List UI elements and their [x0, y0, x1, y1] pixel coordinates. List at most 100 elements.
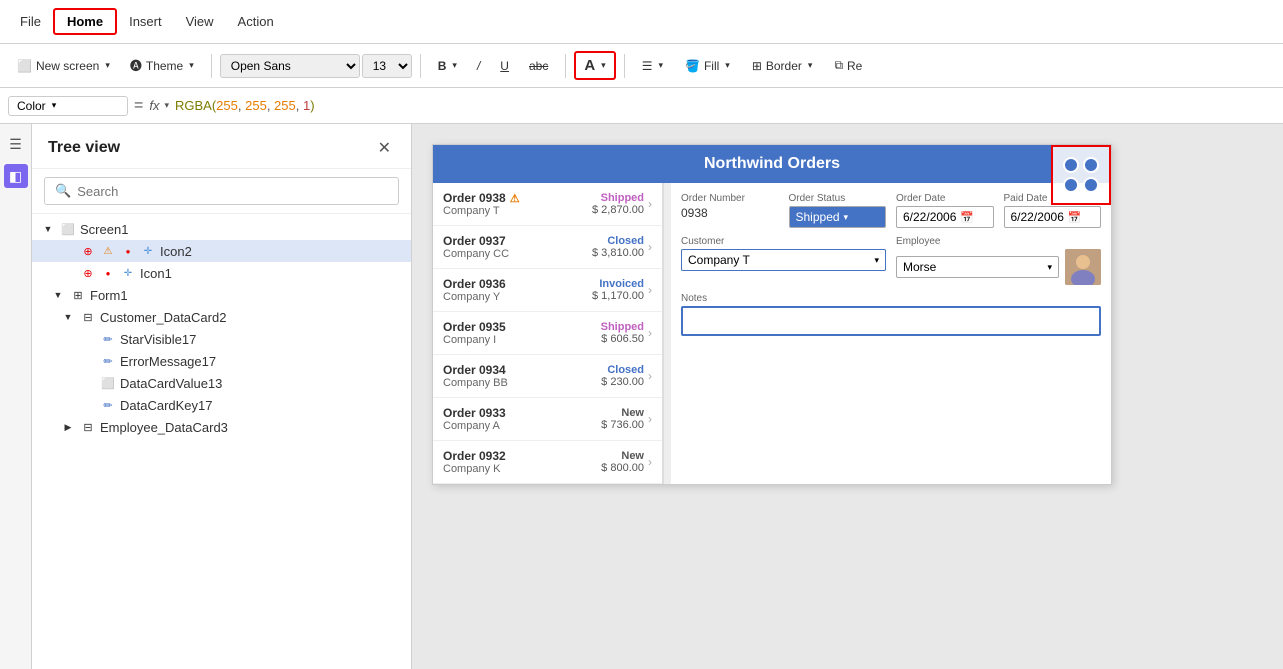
- order-status-amount: New $ 736.00: [601, 407, 644, 431]
- rail-menu-icon[interactable]: ☰: [4, 132, 28, 156]
- reorder-button[interactable]: ⧉ Re: [825, 53, 871, 78]
- underline-button[interactable]: U: [491, 54, 518, 78]
- notes-input[interactable]: [681, 306, 1101, 336]
- employee-field: Morse ▾: [896, 249, 1101, 285]
- tree-item-errormessage17[interactable]: ✏ ErrorMessage17: [32, 350, 411, 372]
- customer-datacard2-label: Customer_DataCard2: [100, 310, 403, 325]
- tree-item-customer-datacard2[interactable]: ▼ ⊟ Customer_DataCard2: [32, 306, 411, 328]
- edit-node-icon: ✏: [100, 353, 116, 369]
- icon-node-icon: ⊕: [80, 265, 96, 281]
- list-scrollbar[interactable]: [663, 183, 671, 484]
- tree-item-starvisible17[interactable]: ✏ StarVisible17: [32, 328, 411, 350]
- order-row[interactable]: Order 0938 ⚠ Company T Shipped $ 2,870.0…: [433, 183, 662, 226]
- chevron-right-icon: ›: [648, 412, 652, 426]
- menu-insert[interactable]: Insert: [117, 10, 174, 33]
- tree-item-icon2[interactable]: ⊕ ⚠ ● ✛ Icon2: [32, 240, 411, 262]
- order-row[interactable]: Order 0932 Company K New $ 800.00 ›: [433, 441, 662, 484]
- order-info: Order 0933 Company A: [443, 406, 601, 432]
- order-company: Company I: [443, 334, 601, 346]
- tree-close-button[interactable]: ✕: [374, 136, 395, 160]
- fx-button[interactable]: fx ▾: [149, 98, 169, 113]
- field-order-status: Order Status Shipped ▾: [789, 193, 887, 228]
- order-number-value: 0938: [681, 206, 779, 220]
- chevron-down-icon: ▾: [1047, 262, 1052, 273]
- fill-button[interactable]: 🪣 Fill ▾: [676, 54, 739, 78]
- order-row[interactable]: Order 0935 Company I Shipped $ 606.50 ›: [433, 312, 662, 355]
- order-status: Closed: [601, 364, 644, 376]
- tree-title: Tree view: [48, 139, 120, 157]
- paid-date-input[interactable]: 6/22/2006 📅: [1004, 206, 1102, 228]
- tree-item-datacardkey17[interactable]: ✏ DataCardKey17: [32, 394, 411, 416]
- order-row[interactable]: Order 0936 Company Y Invoiced $ 1,170.00…: [433, 269, 662, 312]
- employee-select[interactable]: Morse ▾: [896, 256, 1059, 278]
- edit-node-icon: ✏: [100, 397, 116, 413]
- customer-select[interactable]: Company T ▾: [681, 249, 886, 271]
- icon-node-icon: ⊕: [80, 243, 96, 259]
- order-status-amount: Closed $ 230.00: [601, 364, 644, 388]
- menu-home[interactable]: Home: [53, 8, 117, 35]
- datacard-node-icon: ⊟: [80, 309, 96, 325]
- tree-item-screen1[interactable]: ▼ ⬜ Screen1: [32, 218, 411, 240]
- order-row[interactable]: Order 0933 Company A New $ 736.00 ›: [433, 398, 662, 441]
- align-button[interactable]: ☰ ▾: [633, 54, 672, 78]
- order-status: New: [601, 450, 644, 462]
- new-screen-label: New screen: [36, 59, 99, 73]
- bold-button[interactable]: B ▾: [429, 54, 466, 78]
- field-customer: Customer Company T ▾: [681, 236, 886, 285]
- theme-button[interactable]: 🅐 Theme ▾: [121, 52, 203, 79]
- order-row[interactable]: Order 0937 Company CC Closed $ 3,810.00 …: [433, 226, 662, 269]
- order-num: Order 0936: [443, 277, 592, 291]
- field-order-number: Order Number 0938: [681, 193, 779, 228]
- order-amount: $ 1,170.00: [592, 290, 644, 302]
- strikethrough-button[interactable]: abc: [520, 54, 557, 78]
- tree-item-form1[interactable]: ▼ ⊞ Form1: [32, 284, 411, 306]
- field-employee: Employee Morse ▾: [896, 236, 1101, 285]
- new-screen-button[interactable]: ⬜ New screen ▾: [8, 54, 119, 78]
- detail-row-2: Customer Company T ▾ Employee: [681, 236, 1101, 285]
- tree-item-employee-datacard3[interactable]: ▶ ⊟ Employee_DataCard3: [32, 416, 411, 438]
- separator-3: [565, 54, 566, 78]
- chevron-down-icon: ▾: [808, 60, 813, 71]
- menu-view[interactable]: View: [174, 10, 226, 33]
- font-size-selector[interactable]: 13: [362, 54, 412, 78]
- rgba-r: 255: [216, 98, 238, 113]
- fill-icon: 🪣: [685, 59, 700, 73]
- tree-item-datacardvalue13[interactable]: ⬜ DataCardValue13: [32, 372, 411, 394]
- warning-icon: ⚠: [100, 243, 116, 259]
- employee-photo: [1065, 249, 1101, 285]
- input-node-icon: ⬜: [100, 375, 116, 391]
- italic-button[interactable]: /: [468, 54, 489, 78]
- property-selector[interactable]: Color ▾: [8, 96, 128, 116]
- theme-icon: 🅐: [130, 57, 142, 74]
- formula-bar: Color ▾ = fx ▾ RGBA(255, 255, 255, 1): [0, 88, 1283, 124]
- order-info: Order 0936 Company Y: [443, 277, 592, 303]
- chevron-right-icon: ›: [648, 197, 652, 211]
- paid-date-value: 6/22/2006: [1011, 210, 1064, 224]
- chevron-down-icon: ▾: [725, 60, 730, 71]
- chevron-down-icon: ▾: [189, 60, 194, 71]
- order-status-select[interactable]: Shipped ▾: [789, 206, 887, 228]
- order-row[interactable]: Order 0934 Company BB Closed $ 230.00 ›: [433, 355, 662, 398]
- rail-layers-icon[interactable]: ◧: [4, 164, 28, 188]
- order-status: Closed: [592, 235, 644, 247]
- screen-icon: ⬜: [17, 59, 32, 73]
- menu-bar: File Home Insert View Action: [0, 0, 1283, 44]
- spacer: [60, 243, 76, 259]
- font-selector[interactable]: Open Sans: [220, 54, 360, 78]
- order-status-label: Order Status: [789, 193, 887, 204]
- search-input[interactable]: [77, 184, 388, 199]
- menu-file[interactable]: File: [8, 10, 53, 33]
- order-date-input[interactable]: 6/22/2006 📅: [896, 206, 994, 228]
- border-label: Border: [766, 59, 802, 73]
- menu-action[interactable]: Action: [226, 10, 286, 33]
- chevron-right-icon: ›: [648, 369, 652, 383]
- font-color-icon: A: [584, 57, 595, 74]
- formula-value: RGBA(255, 255, 255, 1): [175, 98, 1275, 113]
- tree-item-icon1[interactable]: ⊕ ● ✛ Icon1: [32, 262, 411, 284]
- border-button[interactable]: ⊞ Border ▾: [743, 54, 822, 78]
- chevron-down-icon: ▾: [844, 212, 849, 223]
- expand-icon: ▼: [60, 309, 76, 325]
- field-order-date: Order Date 6/22/2006 📅: [896, 193, 994, 228]
- employee-value: Morse: [903, 260, 936, 274]
- font-color-button[interactable]: A ▾: [574, 51, 615, 80]
